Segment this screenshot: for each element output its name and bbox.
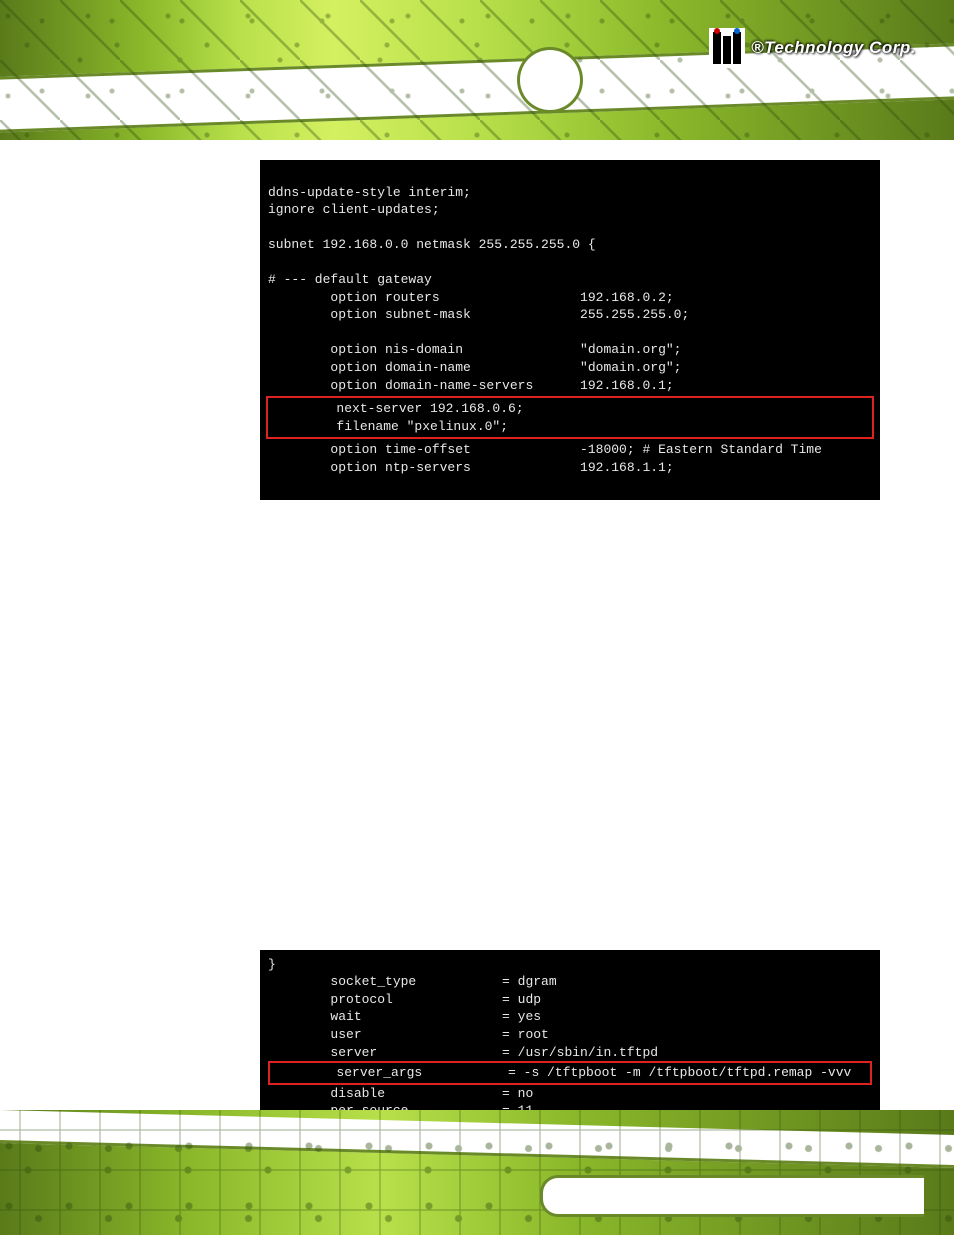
hidden-underline: _____ <box>270 705 298 716</box>
brand-text: ®Technology Corp. <box>751 38 916 58</box>
pcb-texture-footer <box>0 1110 954 1235</box>
header-banner <box>0 0 954 140</box>
iei-logo-icon <box>709 28 745 68</box>
hidden-dash: – <box>440 838 446 849</box>
pcb-texture <box>0 0 954 140</box>
terminal2-pre: } socket_type = dgram protocol = udp wai… <box>268 957 658 1060</box>
highlighted-server-args: server_args = -s /tftpboot -m /tftpboot/… <box>268 1061 872 1085</box>
dhcpd-conf-terminal: ddns-update-style interim; ignore client… <box>260 160 880 500</box>
page-content: ddns-update-style interim; ignore client… <box>260 160 880 1178</box>
brand-logo: ®Technology Corp. <box>709 28 916 68</box>
terminal-text-post: option time-offset -18000; # Eastern Sta… <box>268 442 822 475</box>
terminal-text-pre: ddns-update-style interim; ignore client… <box>268 185 689 393</box>
footer-banner <box>0 1110 954 1235</box>
highlighted-config-block: next-server 192.168.0.6; filename "pxeli… <box>266 396 874 439</box>
